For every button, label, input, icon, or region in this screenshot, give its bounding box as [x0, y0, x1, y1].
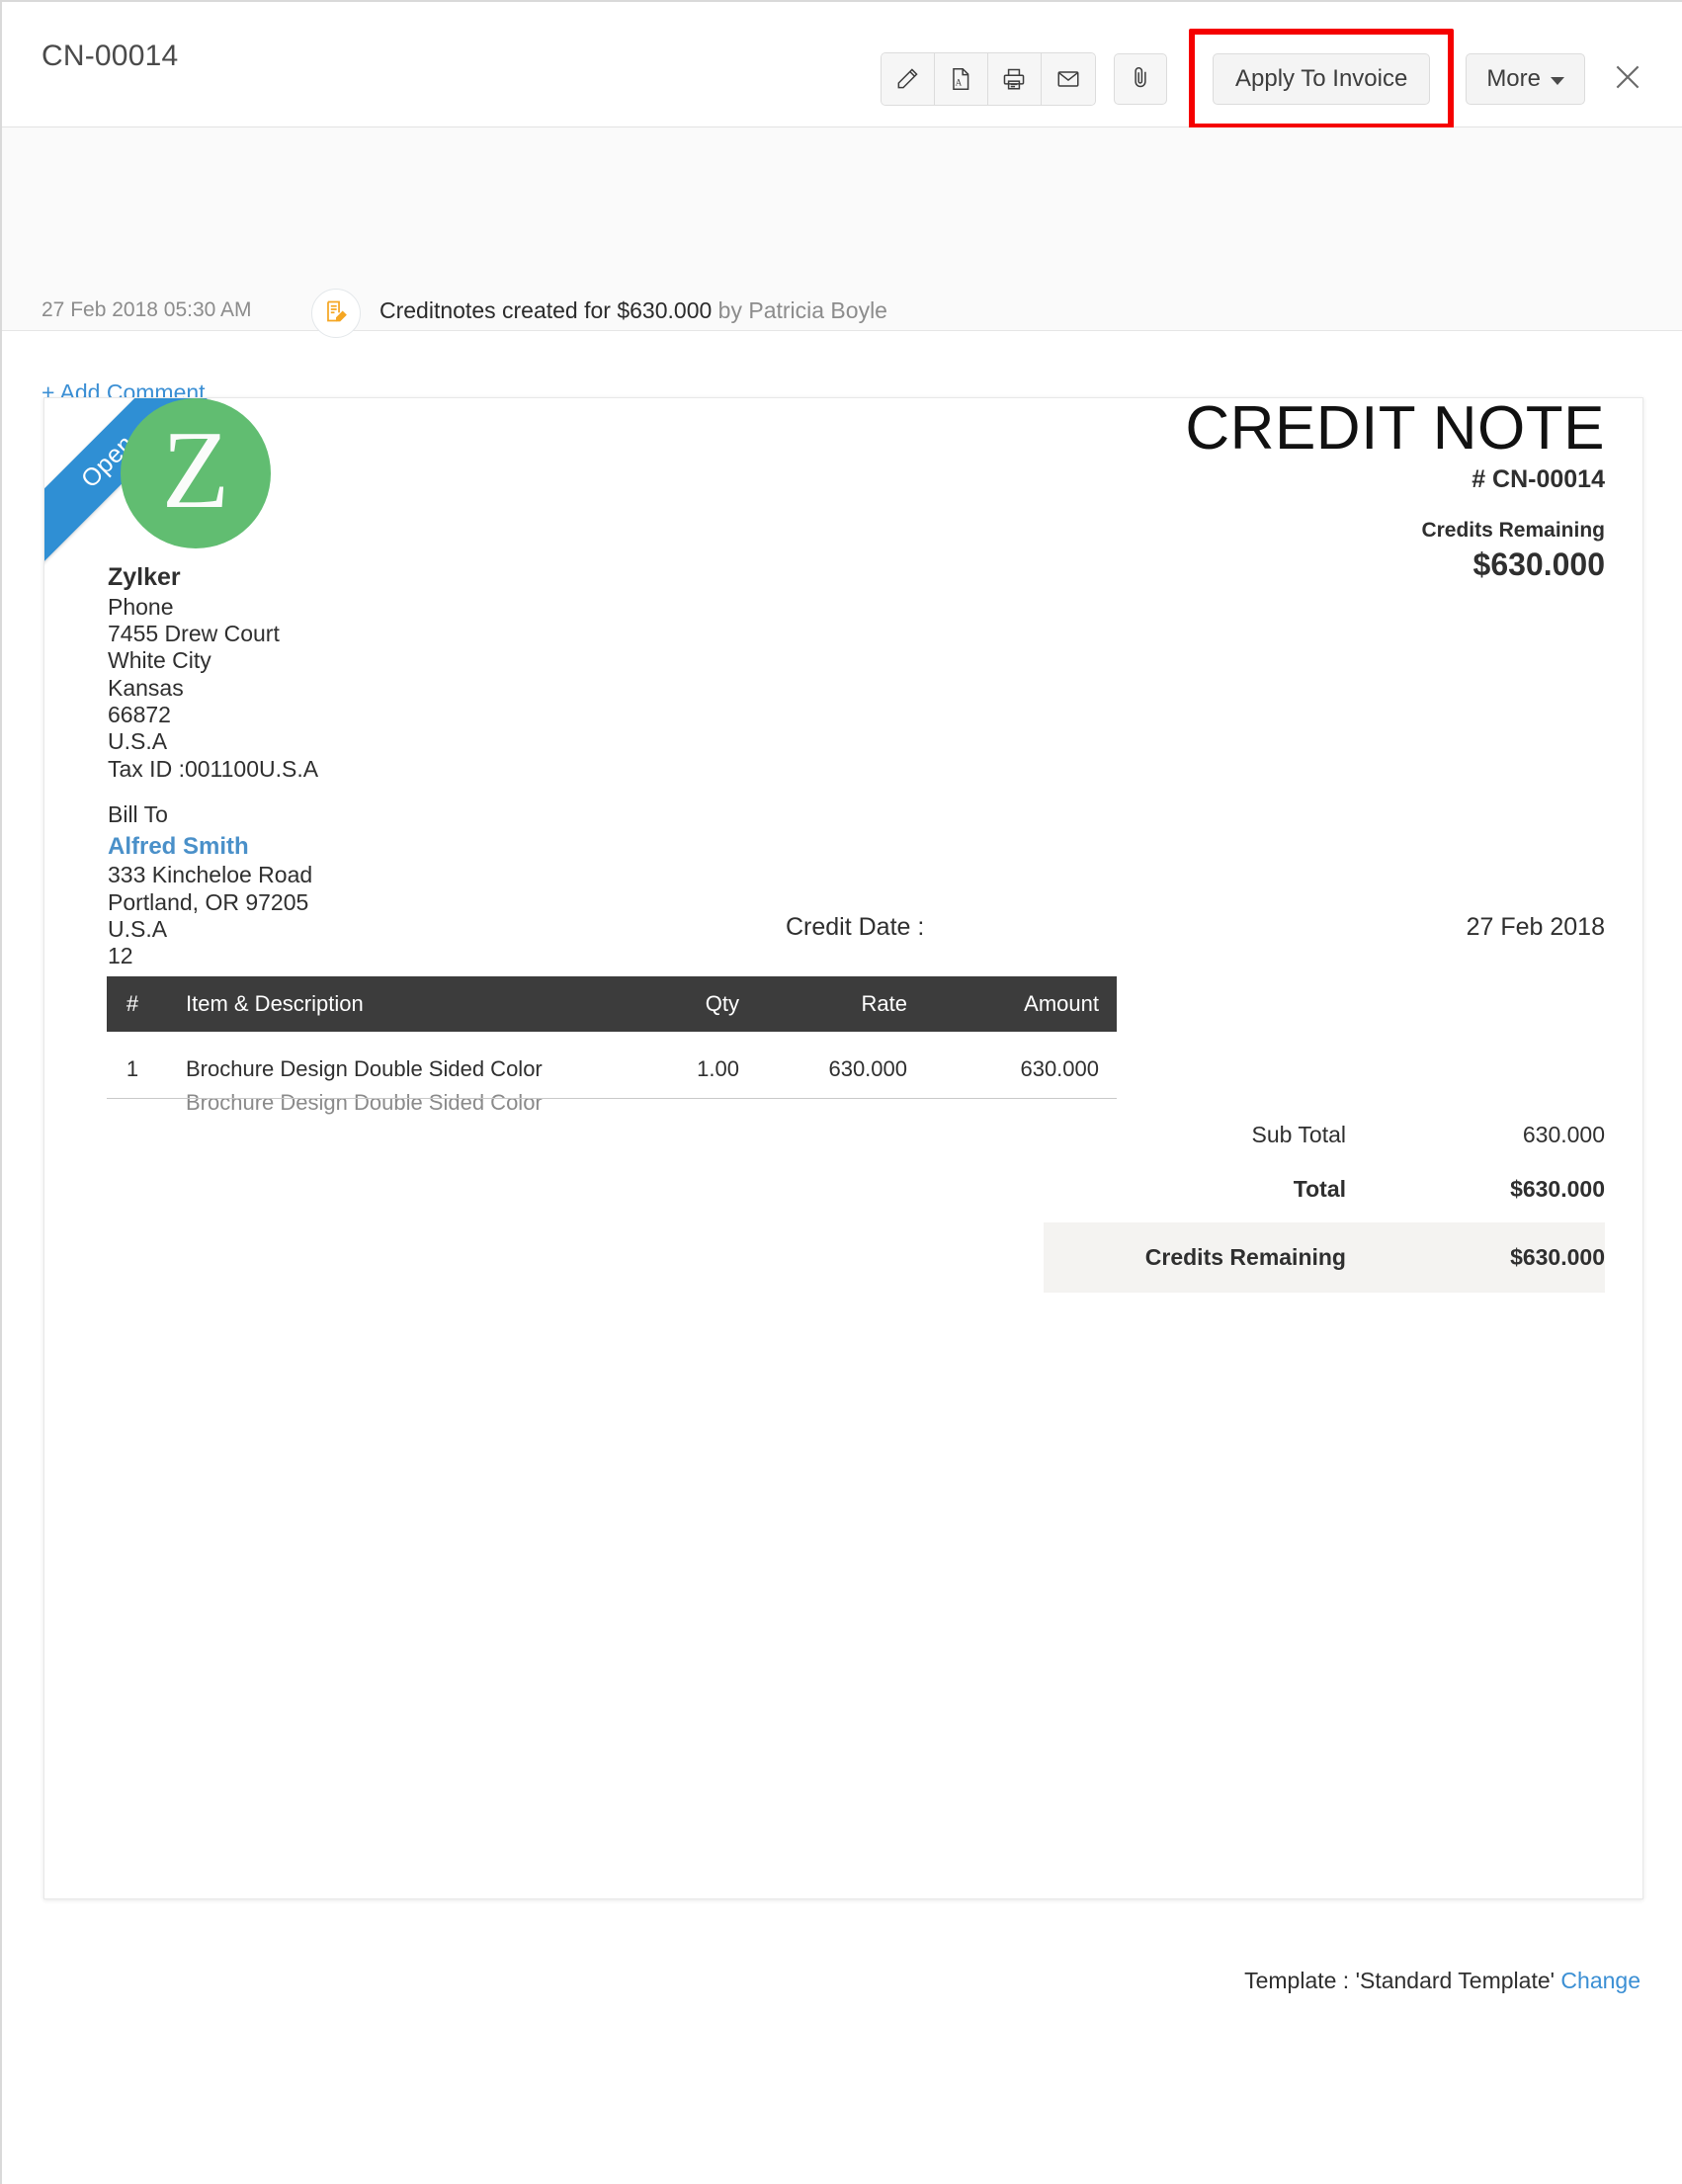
credits-remaining-row-label: Credits Remaining [1144, 1244, 1346, 1270]
company-line: U.S.A [108, 728, 168, 755]
email-button[interactable] [1041, 53, 1095, 105]
bill-to-address: Alfred Smith 333 Kincheloe Road Portland… [108, 833, 312, 969]
change-template-link[interactable]: Change [1560, 1968, 1640, 1993]
subtotal-value: 630.000 [1522, 1122, 1605, 1147]
customer-name-link[interactable]: Alfred Smith [108, 833, 312, 862]
pdf-file-icon: A [948, 66, 973, 92]
template-footer: Template : 'Standard Template' Change [1244, 1968, 1640, 1994]
bill-to-line: Portland, OR 97205 [108, 888, 309, 915]
item-description: Brochure Design Double Sided Color [186, 1090, 543, 1115]
company-line: 7455 Drew Court [108, 621, 280, 647]
table-header-row: # Item & Description Qty Rate Amount [107, 976, 1117, 1032]
company-line: Kansas [108, 674, 184, 701]
printer-icon [1001, 66, 1027, 92]
credit-date-label: Credit Date : [786, 913, 925, 941]
edit-pencil-button[interactable] [881, 53, 935, 105]
cell-item: Brochure Design Double Sided Color Broch… [158, 1032, 631, 1116]
total-label: Total [1293, 1176, 1346, 1202]
activity-avatar [311, 289, 361, 338]
print-button[interactable] [987, 53, 1042, 105]
toolbar: A Apply To Invoice More [880, 29, 1650, 129]
chevron-down-icon [1551, 76, 1564, 85]
edit-pencil-icon [894, 66, 920, 92]
page-title: CN-00014 [42, 40, 179, 72]
logo-letter: Z [161, 409, 230, 532]
line-items-table: # Item & Description Qty Rate Amount 1 B… [107, 976, 1117, 1116]
company-line: Tax ID :001100U.S.A [108, 755, 319, 782]
template-label: Template : 'Standard Template' [1244, 1968, 1556, 1993]
credits-remaining-label: Credits Remaining [1421, 519, 1605, 542]
attach-button[interactable] [1113, 53, 1167, 105]
bill-to-line: U.S.A [108, 915, 168, 942]
more-button-label: More [1486, 65, 1541, 92]
apply-to-invoice-highlight: Apply To Invoice [1188, 29, 1455, 129]
column-header-amount: Amount [923, 976, 1117, 1032]
bill-to-line: 333 Kincheloe Road [108, 862, 313, 888]
credit-note-window: CN-00014 A Apply To Invoice More 27 Feb … [0, 0, 1682, 2184]
cell-amount: 630.000 [1020, 1056, 1099, 1081]
envelope-icon [1055, 66, 1081, 92]
activity-message-author: by Patricia Boyle [717, 297, 887, 323]
credits-remaining-row-value: $630.000 [1510, 1244, 1605, 1270]
close-icon [1611, 60, 1644, 99]
column-header-qty: Qty [631, 976, 753, 1032]
activity-timestamp: 27 Feb 2018 05:30 AM [42, 298, 252, 321]
totals-section: Sub Total 630.000 Total $630.000 Credits… [1044, 1108, 1605, 1293]
cell-number: 1 [126, 1056, 139, 1081]
pdf-download-button[interactable]: A [934, 53, 988, 105]
paperclip-icon [1128, 64, 1153, 95]
bill-to-line: 12 [108, 943, 133, 969]
company-line: Phone [108, 593, 174, 620]
subtotal-row: Sub Total 630.000 [1101, 1108, 1605, 1162]
bill-to-label: Bill To [108, 801, 168, 827]
company-line: White City [108, 647, 211, 674]
document-number: # CN-00014 [1472, 465, 1605, 493]
close-button[interactable] [1605, 56, 1650, 102]
company-logo: Z [121, 398, 271, 548]
credits-remaining-value: $630.000 [1472, 546, 1605, 582]
company-line: 66872 [108, 701, 171, 727]
items-divider [107, 1098, 1117, 1099]
column-header-number: # [107, 976, 158, 1032]
total-row: Total $630.000 [1101, 1162, 1605, 1222]
cell-qty: 1.00 [697, 1056, 739, 1081]
table-row: 1 Brochure Design Double Sided Color Bro… [107, 1032, 1117, 1116]
credit-date-value: 27 Feb 2018 [1466, 913, 1605, 941]
svg-text:A: A [956, 78, 963, 88]
credits-remaining-row: Credits Remaining $630.000 [1044, 1222, 1605, 1293]
cell-rate: 630.000 [828, 1056, 907, 1081]
toolbar-icon-group: A [880, 52, 1096, 106]
more-button[interactable]: More [1466, 53, 1585, 105]
activity-message-main: Creditnotes created for $630.000 [379, 297, 713, 323]
company-name: Zylker [108, 562, 181, 591]
apply-to-invoice-button[interactable]: Apply To Invoice [1212, 53, 1431, 105]
document-title: CREDIT NOTE [1185, 397, 1605, 462]
item-name: Brochure Design Double Sided Color [186, 1056, 543, 1081]
column-header-rate: Rate [753, 976, 923, 1032]
activity-message: Creditnotes created for $630.000 by Patr… [379, 297, 887, 324]
credit-note-document: Open Z Zylker Phone 7455 Drew Court Whit… [43, 397, 1643, 1899]
total-value: $630.000 [1510, 1176, 1605, 1202]
company-address: Zylker Phone 7455 Drew Court White City … [108, 563, 318, 782]
subtotal-label: Sub Total [1251, 1122, 1346, 1147]
note-edit-icon [323, 298, 349, 329]
column-header-item: Item & Description [158, 976, 631, 1032]
activity-strip: 27 Feb 2018 05:30 AM Creditnotes created… [2, 127, 1682, 405]
top-bar: CN-00014 A Apply To Invoice More [2, 2, 1682, 129]
